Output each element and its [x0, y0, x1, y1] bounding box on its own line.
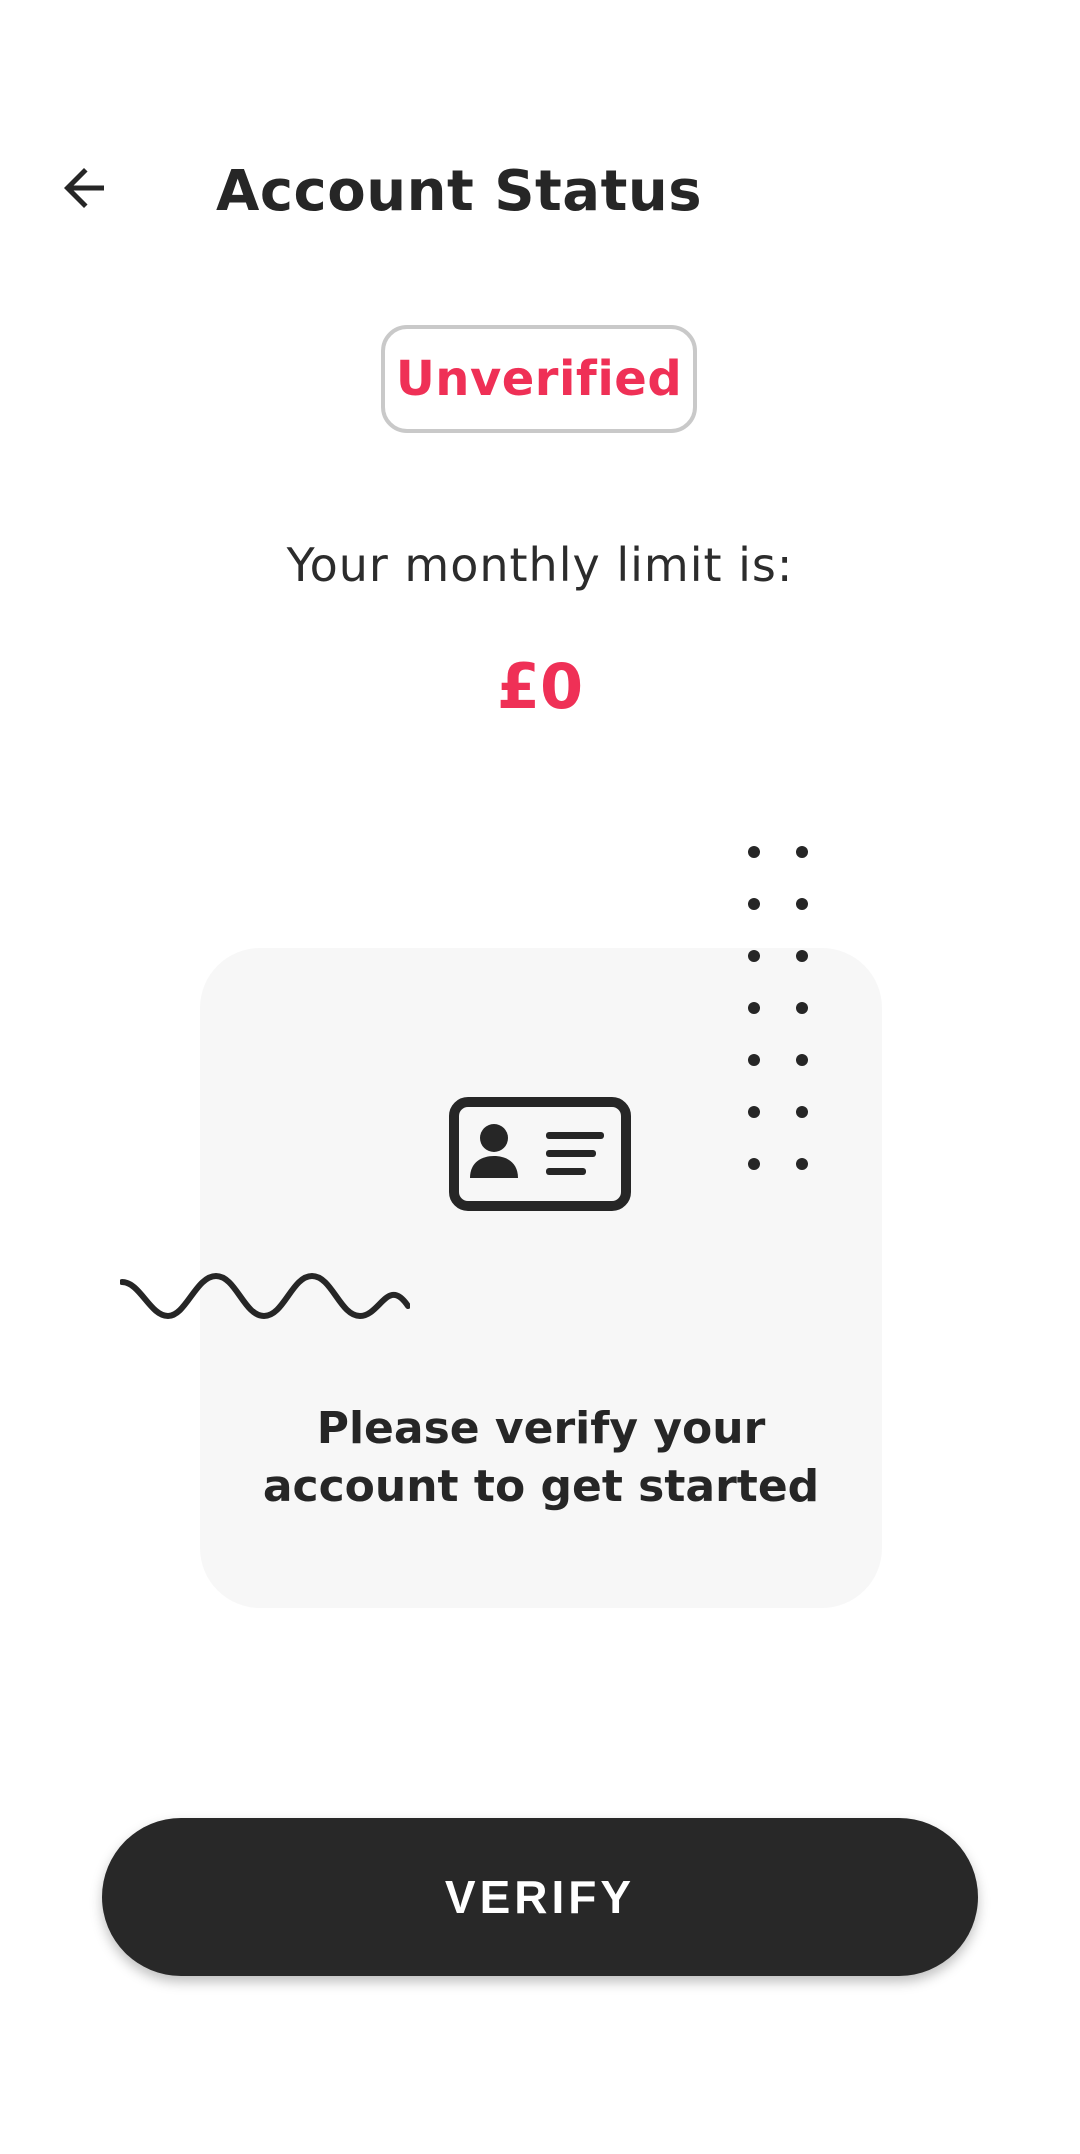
- verify-message: Please verify your account to get starte…: [200, 1400, 882, 1516]
- verify-button-label: VERIFY: [444, 1871, 636, 1923]
- status-badge-label: Unverified: [395, 351, 683, 407]
- verify-message-line-2: account to get started: [262, 1461, 820, 1512]
- verify-button[interactable]: VERIFY: [102, 1818, 978, 1976]
- id-card-icon: [449, 1097, 631, 1211]
- wave-decoration: [120, 1272, 410, 1320]
- verify-message-line-1: Please verify your: [316, 1403, 766, 1454]
- page-title: Account Status: [216, 159, 703, 224]
- monthly-limit-value: £0: [496, 650, 584, 723]
- arrow-left-icon: [64, 168, 104, 208]
- dots-decoration: [748, 846, 808, 1170]
- status-badge: Unverified: [381, 325, 697, 433]
- monthly-limit-label: Your monthly limit is:: [286, 538, 794, 592]
- back-button[interactable]: [36, 140, 132, 236]
- account-status-screen: Account Status Unverified Your monthly l…: [0, 0, 1080, 2154]
